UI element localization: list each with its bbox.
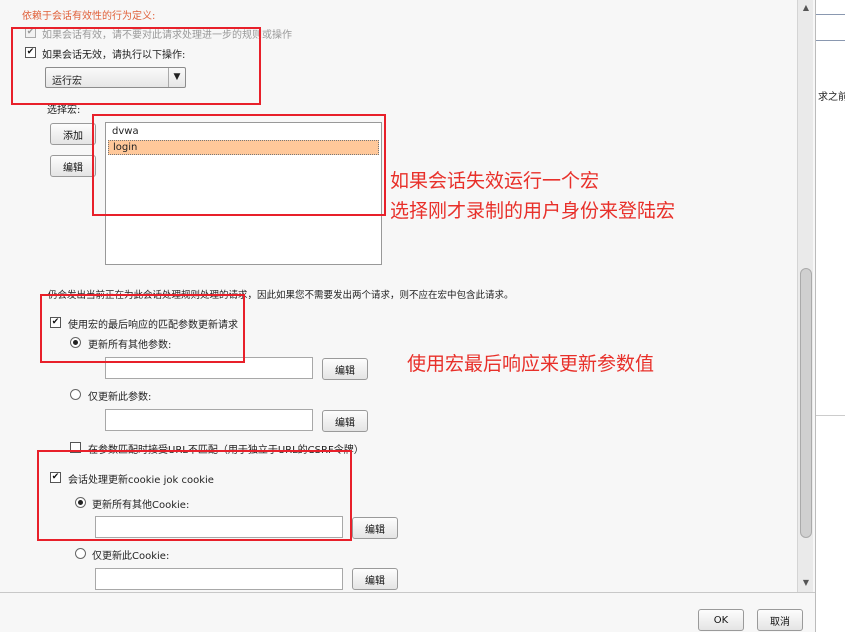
background-divider (816, 40, 845, 41)
edit-all-cookies-button[interactable]: 编辑 (352, 517, 398, 539)
scroll-down-icon[interactable]: ▼ (801, 577, 811, 589)
highlight-box-session-invalid (11, 27, 261, 105)
add-macro-button[interactable]: 添加 (50, 123, 96, 145)
highlight-box-cookies (37, 450, 352, 541)
update-only-cookies-label: 仅更新此Cookie: (92, 551, 170, 562)
scrollbar-thumb[interactable] (800, 268, 812, 538)
update-only-params-label: 仅更新此参数: (88, 392, 152, 403)
background-divider (816, 14, 845, 15)
background-window: 求之前 (815, 0, 845, 632)
update-only-cookies-radio[interactable] (75, 548, 86, 559)
dialog-footer: OK 取消 (0, 592, 815, 632)
session-handling-dialog: 依赖于会话有效性的行为定义: ✔ 如果会话有效，请不要对此请求处理进一步的规则或… (0, 0, 815, 632)
background-text: 求之前 (818, 92, 845, 103)
vertical-scrollbar[interactable]: ▲ ▼ (797, 0, 813, 592)
edit-only-params-button[interactable]: 编辑 (322, 410, 368, 432)
edit-only-cookies-button[interactable]: 编辑 (352, 568, 398, 590)
annotation-params-note: 使用宏最后响应来更新参数值 (407, 353, 655, 375)
highlight-box-update-params (40, 294, 245, 363)
edit-all-params-button[interactable]: 编辑 (322, 358, 368, 380)
behavior-heading: 依赖于会话有效性的行为定义: (22, 11, 156, 22)
only-params-field[interactable] (105, 409, 313, 431)
highlight-box-macro-list (92, 114, 386, 216)
scroll-up-icon[interactable]: ▲ (801, 2, 811, 14)
background-divider (816, 415, 845, 416)
cancel-button[interactable]: 取消 (757, 609, 803, 631)
ok-button[interactable]: OK (698, 609, 744, 631)
annotation-macro-line2: 选择刚才录制的用户身份来登陆宏 (390, 200, 676, 222)
update-only-params-radio[interactable] (70, 389, 81, 400)
edit-macro-button[interactable]: 编辑 (50, 155, 96, 177)
annotation-macro-line1: 如果会话失效运行一个宏 (390, 170, 600, 192)
only-cookies-field[interactable] (95, 568, 343, 590)
